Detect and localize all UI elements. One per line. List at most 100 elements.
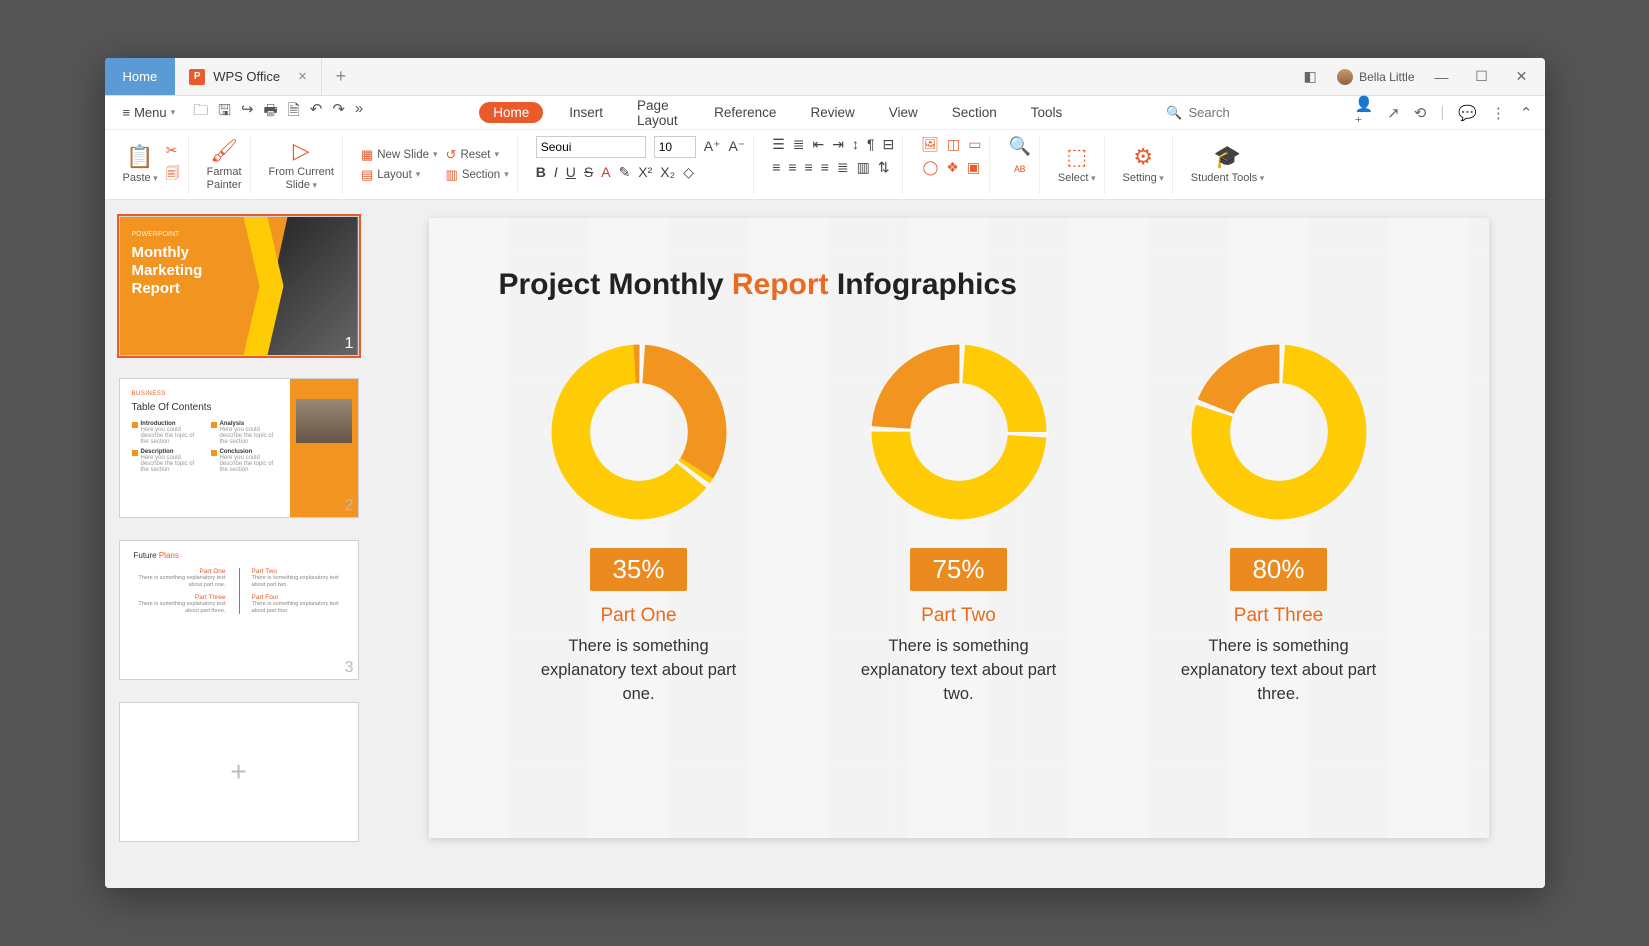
replace-icon[interactable]: ᴬᴮ bbox=[1014, 163, 1025, 178]
search-input[interactable] bbox=[1188, 105, 1348, 120]
decrease-indent-icon[interactable]: ⇤ bbox=[813, 136, 825, 153]
picture-icon[interactable]: 🖼 bbox=[921, 136, 939, 153]
layout-mode-icon[interactable]: ◧ bbox=[1297, 68, 1323, 85]
ribbon-tab-home[interactable]: Home bbox=[479, 102, 543, 123]
export-icon[interactable]: ↪ bbox=[241, 100, 254, 125]
share-icon[interactable]: ↗ bbox=[1387, 104, 1400, 122]
line-spacing-icon[interactable]: ↕ bbox=[852, 136, 859, 152]
sync-icon[interactable]: ⟲ bbox=[1414, 104, 1427, 122]
new-slide-button[interactable]: ▦New Slide bbox=[361, 147, 438, 163]
strikethrough-icon[interactable]: S bbox=[584, 164, 593, 180]
part-description: There is something explanatory text abou… bbox=[1179, 635, 1379, 707]
add-user-icon[interactable]: 👤⁺ bbox=[1354, 95, 1373, 131]
chat-icon[interactable]: 💬 bbox=[1458, 104, 1477, 122]
print-icon[interactable]: 🖶 bbox=[264, 100, 278, 125]
thumbnail-slide-3[interactable]: Future Plans Part OneThere is something … bbox=[119, 540, 359, 680]
shape-fill-icon[interactable]: ◯ bbox=[923, 159, 939, 176]
layout-button[interactable]: ▤Layout bbox=[361, 167, 438, 183]
student-tools-button[interactable]: 🎓Student Tools bbox=[1191, 144, 1265, 184]
ribbon-tab-view[interactable]: View bbox=[881, 101, 926, 124]
find-icon[interactable]: 🔍 bbox=[1008, 136, 1030, 157]
distribute-icon[interactable]: ≣ bbox=[837, 159, 849, 176]
section-button[interactable]: ▥Section bbox=[446, 167, 509, 183]
thumb-number: 2 bbox=[345, 497, 354, 515]
from-current-slide-button[interactable]: ▷From Current Slide bbox=[269, 138, 334, 190]
donut-chart-1 bbox=[549, 342, 729, 522]
undo-icon[interactable]: ↶ bbox=[310, 100, 323, 125]
align-right-icon[interactable]: ≡ bbox=[805, 159, 813, 175]
align-text-icon[interactable]: ⊟ bbox=[883, 136, 895, 153]
thumb2-eyebrow: BUSINESS bbox=[132, 391, 282, 397]
minimize-icon[interactable]: — bbox=[1429, 69, 1455, 85]
collapse-ribbon-icon[interactable]: ⌃ bbox=[1520, 104, 1533, 122]
shapes-icon[interactable]: ◫ bbox=[947, 136, 960, 153]
ribbon-tab-page-layout[interactable]: Page Layout bbox=[629, 94, 688, 132]
arrange-icon[interactable]: ❖ bbox=[946, 159, 959, 176]
font-size-input[interactable] bbox=[654, 136, 696, 158]
thumb2-title: Table Of Contents bbox=[132, 402, 282, 413]
increase-indent-icon[interactable]: ⇥ bbox=[832, 136, 844, 153]
more-quick-icon[interactable]: » bbox=[355, 100, 363, 125]
ribbon-tab-reference[interactable]: Reference bbox=[706, 101, 784, 124]
thumbnail-slide-2[interactable]: BUSINESS Table Of Contents IntroductionH… bbox=[119, 378, 359, 518]
ribbon-tab-tools[interactable]: Tools bbox=[1023, 101, 1071, 124]
font-color-icon[interactable]: A bbox=[601, 164, 610, 180]
cut-icon[interactable]: ✂ bbox=[166, 142, 180, 159]
text-direction-icon[interactable]: ¶ bbox=[867, 136, 875, 152]
ribbon-tab-review[interactable]: Review bbox=[802, 101, 862, 124]
format-painter-button[interactable]: 🖌Farmat Painter bbox=[207, 138, 242, 190]
justify-icon[interactable]: ≡ bbox=[821, 159, 829, 175]
kebab-icon[interactable]: ⋮ bbox=[1491, 104, 1506, 122]
chart-part-two: 75% Part Two There is something explanat… bbox=[819, 342, 1099, 707]
italic-icon[interactable]: I bbox=[554, 164, 558, 180]
ribbon-tab-insert[interactable]: Insert bbox=[561, 101, 611, 124]
textbox-icon[interactable]: ▭ bbox=[968, 136, 981, 153]
current-slide[interactable]: Project Monthly Report Infographics 35% … bbox=[429, 218, 1489, 838]
thumb-number: 3 bbox=[345, 659, 354, 677]
paste-button[interactable]: 📋Paste bbox=[123, 144, 158, 184]
group-icon[interactable]: ▣ bbox=[967, 159, 980, 176]
thumb1-eyebrow: POWERPOINT bbox=[132, 231, 246, 238]
sort-icon[interactable]: ⇅ bbox=[878, 159, 890, 176]
close-tab-icon[interactable]: × bbox=[298, 68, 307, 85]
bullets-icon[interactable]: ☰ bbox=[772, 136, 785, 153]
open-folder-icon[interactable]: 🗀 bbox=[193, 100, 208, 125]
percentage-badge: 80% bbox=[1230, 548, 1326, 591]
save-icon[interactable]: 🖫 bbox=[218, 100, 231, 125]
thumbnail-slide-1[interactable]: POWERPOINT Monthly Marketing Report 1 bbox=[119, 216, 359, 356]
presentation-icon: P bbox=[189, 69, 205, 85]
thumb2-image bbox=[296, 399, 352, 443]
home-tab[interactable]: Home bbox=[105, 58, 176, 95]
reset-button[interactable]: ↺Reset bbox=[446, 147, 509, 163]
redo-icon[interactable]: ↷ bbox=[332, 100, 345, 125]
bold-icon[interactable]: B bbox=[536, 164, 546, 180]
clear-format-icon[interactable]: ◇ bbox=[683, 164, 694, 181]
numbering-icon[interactable]: ≣ bbox=[793, 136, 805, 153]
chart-part-three: 80% Part Three There is something explan… bbox=[1139, 342, 1419, 707]
menu-button[interactable]: ≡ Menu bbox=[117, 101, 182, 124]
search-box[interactable]: 🔍 bbox=[1166, 105, 1348, 121]
copy-icon[interactable]: 🗐 bbox=[166, 163, 180, 187]
align-center-icon[interactable]: ≡ bbox=[788, 159, 796, 175]
underline-icon[interactable]: U bbox=[566, 164, 576, 180]
font-name-input[interactable] bbox=[536, 136, 646, 158]
add-slide-button[interactable]: + bbox=[119, 702, 359, 842]
highlight-icon[interactable]: ✎ bbox=[619, 164, 631, 181]
increase-font-icon[interactable]: A⁺ bbox=[704, 138, 721, 155]
superscript-icon[interactable]: X² bbox=[638, 164, 652, 180]
subscript-icon[interactable]: X₂ bbox=[660, 164, 675, 180]
menubar: ≡ Menu 🗀 🖫 ↪ 🖶 🗎 ↶ ↷ » Home Insert Page … bbox=[105, 96, 1545, 130]
align-left-icon[interactable]: ≡ bbox=[772, 159, 780, 175]
maximize-icon[interactable]: ☐ bbox=[1469, 68, 1495, 85]
print-preview-icon[interactable]: 🗎 bbox=[288, 100, 300, 125]
ribbon-tab-section[interactable]: Section bbox=[944, 101, 1005, 124]
close-window-icon[interactable]: ✕ bbox=[1509, 68, 1535, 85]
select-button[interactable]: ⬚Select bbox=[1058, 144, 1096, 184]
document-tab[interactable]: P WPS Office × bbox=[175, 58, 322, 95]
new-tab-button[interactable]: + bbox=[322, 58, 360, 95]
user-chip[interactable]: Bella Little bbox=[1337, 69, 1414, 85]
columns-icon[interactable]: ▥ bbox=[857, 159, 870, 176]
decrease-font-icon[interactable]: A⁻ bbox=[728, 138, 745, 155]
document-title: WPS Office bbox=[213, 69, 280, 84]
setting-button[interactable]: ⚙Setting bbox=[1123, 144, 1164, 184]
